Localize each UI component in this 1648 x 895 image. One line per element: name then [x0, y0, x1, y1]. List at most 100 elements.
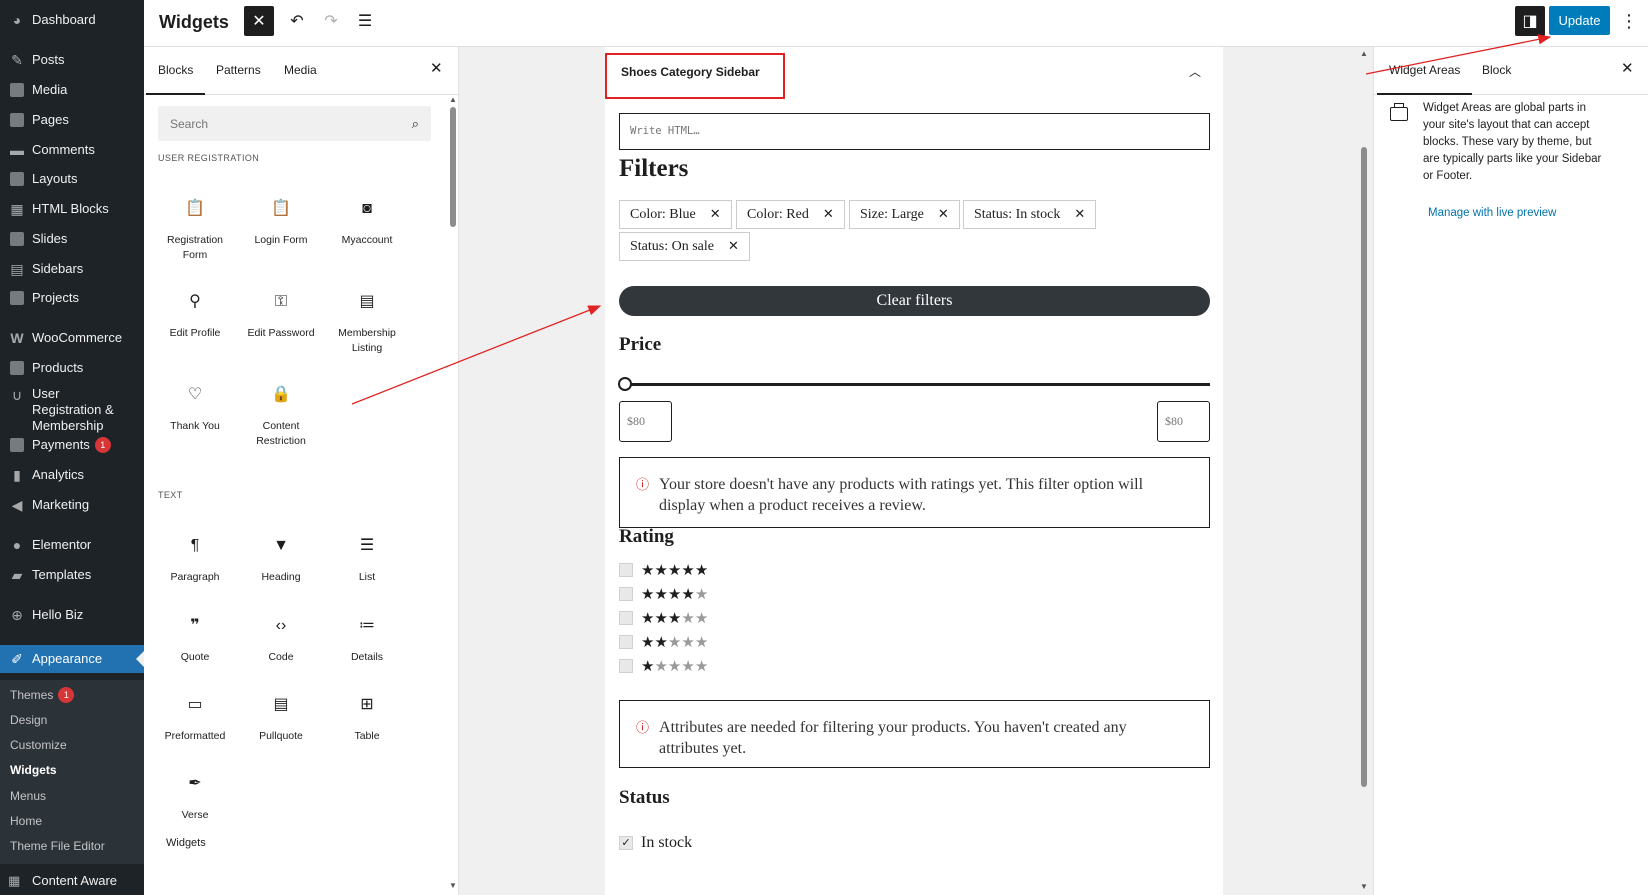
menu-sidebars[interactable]: ▤ Sidebars	[0, 255, 144, 283]
menu-html-blocks[interactable]: ▦ HTML Blocks	[0, 195, 144, 223]
block-edit-profile[interactable]: ⚲ Edit Profile	[151, 290, 239, 341]
block-login-form[interactable]: 📋 Login Form	[237, 197, 325, 248]
block-myaccount[interactable]: ◙ Myaccount	[323, 197, 411, 248]
block-details[interactable]: ≔ Details	[323, 614, 411, 665]
chevron-up-icon[interactable]: ︿	[1189, 63, 1201, 80]
menu-products[interactable]: Products	[0, 354, 144, 382]
submenu-home[interactable]: Home	[10, 811, 42, 831]
menu-user-registration[interactable]: ∪ User Registration & Membership	[0, 384, 144, 433]
menu-slides[interactable]: Slides	[0, 225, 144, 253]
editor-header: Widgets ✕ ↶ ↷ ☰ ◨ Update ⋮	[144, 0, 1648, 47]
clear-filters-button[interactable]: Clear filters	[619, 286, 1210, 316]
remove-icon[interactable]: ✕	[938, 207, 949, 222]
rating-option[interactable]: ★ ★ ★ ★ ★	[619, 656, 708, 676]
menu-marketing[interactable]: ◀ Marketing	[0, 491, 144, 519]
redo-button[interactable]: ↷	[316, 6, 346, 36]
submenu-widgets[interactable]: Widgets	[10, 760, 57, 780]
block-paragraph[interactable]: ¶ Paragraph	[151, 534, 239, 585]
checkbox-checked-icon[interactable]: ✓	[619, 836, 633, 850]
filter-chip[interactable]: Color: Blue ✕	[619, 200, 732, 229]
submenu-menus[interactable]: Menus	[10, 786, 46, 806]
status-option-in-stock[interactable]: ✓ In stock	[619, 834, 692, 852]
submenu-theme-file-editor[interactable]: Theme File Editor	[10, 836, 105, 856]
block-content-restriction[interactable]: 🔒 Content Restriction	[237, 383, 325, 449]
inserter-close-button[interactable]: ✕	[430, 59, 443, 77]
checkbox-icon[interactable]	[619, 659, 633, 673]
menu-elementor[interactable]: ● Elementor	[0, 531, 144, 559]
price-slider-handle[interactable]	[618, 377, 632, 391]
filters-heading: Filters	[619, 155, 689, 182]
menu-content-aware[interactable]: ▦ Content Aware	[0, 866, 144, 895]
undo-button[interactable]: ↶	[282, 6, 312, 36]
filter-chip[interactable]: Status: On sale ✕	[619, 232, 750, 261]
checkbox-icon[interactable]	[619, 635, 633, 649]
inserter-scrollbar[interactable]: ▲ ▼	[447, 95, 458, 895]
menu-dashboard[interactable]: ◕ Dashboard	[0, 6, 144, 34]
rating-option[interactable]: ★ ★ ★ ★ ★	[619, 632, 708, 652]
update-button[interactable]: Update	[1549, 6, 1610, 35]
block-code[interactable]: ‹› Code	[237, 614, 325, 665]
menu-woocommerce[interactable]: W WooCommerce	[0, 324, 144, 352]
rating-option[interactable]: ★ ★ ★ ★ ★	[619, 584, 708, 604]
block-search-input[interactable]: Search ⌕	[158, 106, 431, 141]
tab-block[interactable]: Block	[1482, 63, 1511, 77]
price-min-input[interactable]: $80	[619, 401, 672, 442]
menu-media[interactable]: Media	[0, 76, 144, 104]
list-view-button[interactable]: ☰	[350, 6, 380, 36]
inserter-scroll-thumb[interactable]	[450, 107, 456, 227]
menu-pages[interactable]: Pages	[0, 106, 144, 134]
widget-area-header[interactable]: Shoes Category Sidebar ︿	[605, 47, 1223, 99]
menu-posts[interactable]: ✎ Posts	[0, 46, 144, 74]
filter-chip[interactable]: Color: Red ✕	[736, 200, 845, 229]
block-registration-form[interactable]: 📋 Registration Form	[151, 197, 239, 263]
menu-projects[interactable]: Projects	[0, 284, 144, 312]
tab-blocks[interactable]: Blocks	[145, 63, 206, 95]
menu-hello-biz[interactable]: ⊕ Hello Biz	[0, 601, 144, 629]
close-inserter-button[interactable]: ✕	[244, 6, 274, 36]
checkbox-icon[interactable]	[619, 563, 633, 577]
rating-option[interactable]: ★ ★ ★ ★ ★	[619, 608, 708, 628]
block-edit-password[interactable]: ⚿ Edit Password	[237, 290, 325, 341]
filter-chip[interactable]: Status: In stock ✕	[963, 200, 1097, 229]
block-quote[interactable]: ❞ Quote	[151, 614, 239, 665]
star-icon: ★	[694, 608, 709, 627]
options-button[interactable]: ⋮	[1614, 6, 1644, 36]
checkbox-icon[interactable]	[619, 611, 633, 625]
rating-option[interactable]: ★ ★ ★ ★ ★	[619, 560, 708, 580]
settings-close-button[interactable]: ✕	[1621, 59, 1634, 77]
canvas-scrollbar[interactable]: ▲ ▼	[1357, 47, 1371, 895]
checkbox-icon[interactable]	[619, 587, 633, 601]
tab-media[interactable]: Media	[284, 63, 317, 77]
custom-html-input[interactable]: Write HTML…	[619, 113, 1210, 150]
block-list[interactable]: ☰ List	[323, 534, 411, 585]
tab-patterns[interactable]: Patterns	[216, 63, 261, 77]
manage-live-preview-link[interactable]: Manage with live preview	[1428, 207, 1556, 219]
filter-chip[interactable]: Size: Large ✕	[849, 200, 960, 229]
block-table[interactable]: ⊞ Table	[323, 693, 411, 744]
menu-payments[interactable]: Payments 1	[0, 431, 144, 459]
list-view-icon: ☰	[357, 13, 373, 30]
settings-toggle-button[interactable]: ◨	[1515, 6, 1545, 36]
block-verse[interactable]: ✒ Verse	[151, 772, 239, 823]
canvas-scroll-thumb[interactable]	[1361, 147, 1367, 787]
price-slider-track[interactable]	[621, 383, 1210, 386]
block-thank-you[interactable]: ♡ Thank You	[151, 383, 239, 434]
menu-comments[interactable]: ▬ Comments	[0, 136, 144, 164]
submenu-design[interactable]: Design	[10, 710, 47, 730]
menu-templates[interactable]: ▰ Templates	[0, 561, 144, 589]
remove-icon[interactable]: ✕	[823, 207, 834, 222]
remove-icon[interactable]: ✕	[1074, 207, 1085, 222]
block-membership-listing[interactable]: ▤ Membership Listing	[323, 290, 411, 356]
menu-appearance[interactable]: ✐ Appearance	[0, 645, 144, 673]
tab-widget-areas[interactable]: Widget Areas	[1376, 63, 1473, 95]
submenu-customize[interactable]: Customize	[10, 735, 67, 755]
block-preformatted[interactable]: ▭ Preformatted	[151, 693, 239, 744]
menu-layouts[interactable]: Layouts	[0, 165, 144, 193]
block-heading[interactable]: ▼ Heading	[237, 534, 325, 585]
menu-analytics[interactable]: ▮ Analytics	[0, 461, 144, 489]
price-max-input[interactable]: $80	[1157, 401, 1210, 442]
remove-icon[interactable]: ✕	[710, 207, 721, 222]
submenu-themes[interactable]: Themes 1	[10, 685, 75, 705]
remove-icon[interactable]: ✕	[728, 239, 739, 254]
block-pullquote[interactable]: ▤ Pullquote	[237, 693, 325, 744]
